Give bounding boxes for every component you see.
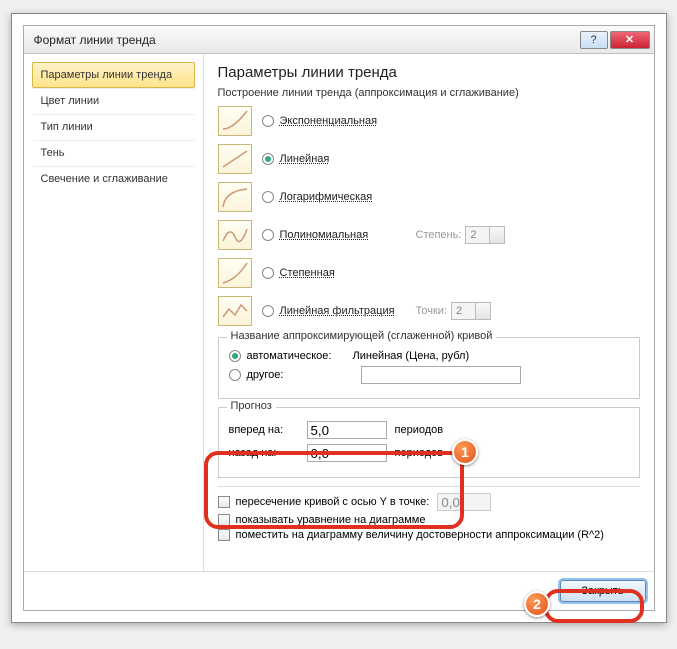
label-exponential: Экспоненциальная	[280, 115, 410, 127]
intercept-label: пересечение кривой с осью Y в точке:	[236, 496, 430, 508]
sidebar-item-trendline-options[interactable]: Параметры линии тренда	[32, 62, 195, 88]
radio-power[interactable]	[262, 267, 274, 279]
forward-label: вперед на:	[229, 424, 299, 436]
window-title: Формат линии тренда	[34, 33, 578, 47]
exponential-icon	[218, 106, 252, 136]
radio-moving-avg[interactable]	[262, 305, 274, 317]
polynomial-icon	[218, 220, 252, 250]
titlebar: Формат линии тренда ? ✕	[24, 26, 654, 54]
moving-avg-icon	[218, 296, 252, 326]
radio-logarithmic[interactable]	[262, 191, 274, 203]
sidebar: Параметры линии тренда Цвет линии Тип ли…	[24, 54, 204, 571]
forecast-legend: Прогноз	[227, 400, 276, 412]
label-logarithmic: Логарифмическая	[280, 191, 410, 203]
forecast-fieldset: Прогноз вперед на: периодов назад на: пе…	[218, 407, 640, 478]
window-close-button[interactable]: ✕	[610, 31, 650, 49]
degree-spinner[interactable]: 2	[465, 226, 505, 244]
name-fieldset: Название аппроксимирующей (сглаженной) к…	[218, 337, 640, 399]
radio-exponential[interactable]	[262, 115, 274, 127]
equation-label: показывать уравнение на диаграмме	[236, 514, 426, 526]
annotation-callout-2: 2	[524, 591, 550, 617]
degree-label: Степень:	[416, 229, 462, 241]
name-legend: Название аппроксимирующей (сглаженной) к…	[227, 330, 497, 342]
backward-label: назад на:	[229, 447, 299, 459]
sidebar-item-line-color[interactable]: Цвет линии	[32, 88, 195, 114]
forward-unit: периодов	[395, 424, 444, 436]
label-polynomial: Полиномиальная	[280, 229, 410, 241]
name-other-label: другое:	[247, 369, 353, 381]
logarithmic-icon	[218, 182, 252, 212]
points-label: Точки:	[416, 305, 447, 317]
help-button[interactable]: ?	[580, 31, 608, 49]
forward-input[interactable]	[307, 421, 387, 439]
sidebar-item-shadow[interactable]: Тень	[32, 140, 195, 166]
close-button[interactable]: Закрыть	[560, 580, 646, 602]
build-group-label: Построение линии тренда (аппроксимация и…	[218, 87, 640, 99]
r2-label: поместить на диаграмму величину достовер…	[236, 529, 604, 541]
backward-input[interactable]	[307, 444, 387, 462]
sidebar-item-glow[interactable]: Свечение и сглаживание	[32, 166, 195, 192]
label-moving-avg: Линейная фильтрация	[280, 305, 410, 317]
backward-unit: периодов	[395, 447, 444, 459]
power-icon	[218, 258, 252, 288]
footer: Закрыть	[24, 571, 654, 610]
annotation-callout-1: 1	[452, 439, 478, 465]
points-spinner[interactable]: 2	[451, 302, 491, 320]
main-panel: Параметры линии тренда Построение линии …	[204, 54, 654, 571]
check-intercept[interactable]	[218, 496, 230, 508]
linear-icon	[218, 144, 252, 174]
intercept-input[interactable]	[437, 493, 491, 511]
panel-heading: Параметры линии тренда	[218, 64, 640, 81]
name-auto-label: автоматическое:	[247, 350, 353, 362]
label-linear: Линейная	[280, 153, 410, 165]
name-other-input[interactable]	[361, 366, 521, 384]
radio-linear[interactable]	[262, 153, 274, 165]
check-equation[interactable]	[218, 514, 230, 526]
radio-polynomial[interactable]	[262, 229, 274, 241]
sidebar-item-line-type[interactable]: Тип линии	[32, 114, 195, 140]
name-auto-value: Линейная (Цена, рубл)	[353, 350, 470, 362]
radio-name-other[interactable]	[229, 369, 241, 381]
check-r2[interactable]	[218, 529, 230, 541]
radio-name-auto[interactable]	[229, 350, 241, 362]
label-power: Степенная	[280, 267, 410, 279]
